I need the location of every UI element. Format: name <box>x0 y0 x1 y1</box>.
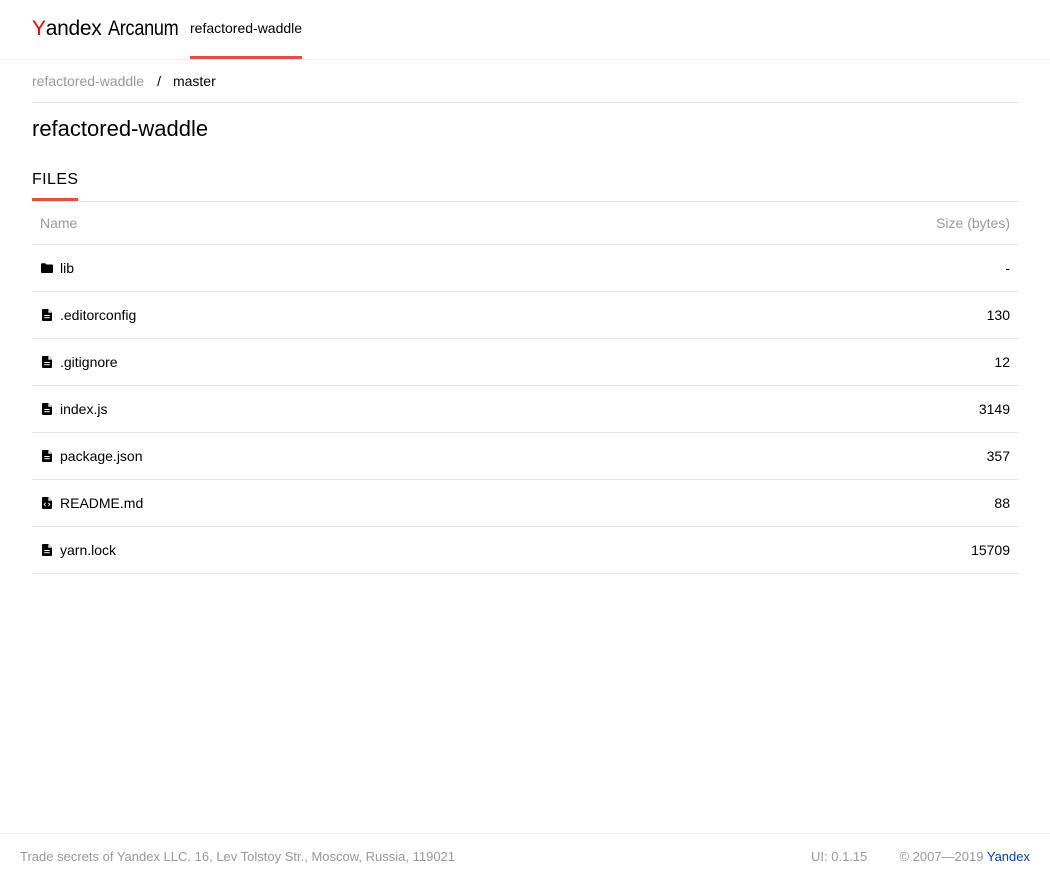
footer-copyright: © 2007—2019 Yandex <box>899 849 1030 864</box>
footer-ui-version: UI: 0.1.15 <box>811 849 868 864</box>
breadcrumb: refactored-waddle / master <box>32 60 1019 103</box>
column-header-name[interactable]: Name <box>40 215 77 231</box>
logo-product: Arcanum <box>108 17 179 40</box>
logo-y-letter: Y <box>32 17 46 40</box>
table-row[interactable]: .editorconfig 130 <box>32 292 1019 339</box>
breadcrumb-repo-link[interactable]: refactored-waddle <box>32 73 144 89</box>
file-name-link[interactable]: .editorconfig <box>60 307 136 323</box>
file-size: 88 <box>994 495 1010 511</box>
file-name-link[interactable]: index.js <box>60 401 107 417</box>
row-name-cell: lib <box>40 260 74 276</box>
page-footer: Trade secrets of Yandex LLC. 16, Lev Tol… <box>0 833 1050 884</box>
file-name-link[interactable]: package.json <box>60 448 143 464</box>
table-row[interactable]: index.js 3149 <box>32 386 1019 433</box>
logo-brand: andex <box>45 17 102 40</box>
breadcrumb-separator: / <box>157 73 161 89</box>
file-name-link[interactable]: yarn.lock <box>60 542 116 558</box>
file-icon <box>40 544 53 557</box>
file-icon <box>40 450 53 463</box>
tab-files[interactable]: FILES <box>32 164 79 201</box>
footer-yandex-link[interactable]: Yandex <box>987 849 1030 864</box>
file-size: 12 <box>994 354 1010 370</box>
file-table: Name Size (bytes) lib - .editorconfig 130 .g… <box>32 202 1019 574</box>
table-header: Name Size (bytes) <box>32 202 1019 245</box>
code-file-icon <box>40 497 53 510</box>
yandex-arcanum-logo[interactable]: Yandex Arcanum <box>32 16 190 42</box>
file-icon <box>40 403 53 416</box>
table-body: lib - .editorconfig 130 .gitignore 12 index.js… <box>32 245 1019 574</box>
table-row[interactable]: lib - <box>32 245 1019 292</box>
row-name-cell: README.md <box>40 495 143 511</box>
folder-icon <box>40 262 53 275</box>
file-icon <box>40 309 53 322</box>
table-row[interactable]: yarn.lock 15709 <box>32 527 1019 574</box>
table-row[interactable]: .gitignore 12 <box>32 339 1019 386</box>
row-name-cell: .gitignore <box>40 354 118 370</box>
file-size: 3149 <box>978 401 1010 417</box>
footer-legal-text: Trade secrets of Yandex LLC. 16, Lev Tol… <box>20 849 456 864</box>
footer-copyright-years: © 2007—2019 <box>899 849 984 864</box>
row-name-cell: .editorconfig <box>40 307 136 323</box>
file-name-link[interactable]: .gitignore <box>60 354 118 370</box>
column-header-size[interactable]: Size (bytes) <box>936 215 1010 231</box>
file-name-link[interactable]: README.md <box>60 495 143 511</box>
file-size: 357 <box>986 448 1010 464</box>
content-tabs: FILES <box>32 164 1019 202</box>
table-row[interactable]: package.json 357 <box>32 433 1019 480</box>
file-size: 15709 <box>971 542 1010 558</box>
file-icon <box>40 356 53 369</box>
row-name-cell: yarn.lock <box>40 542 116 558</box>
table-row[interactable]: README.md 88 <box>32 480 1019 527</box>
row-name-cell: index.js <box>40 401 107 417</box>
file-name-link[interactable]: lib <box>60 260 74 276</box>
breadcrumb-branch: master <box>172 73 216 89</box>
page-title: refactored-waddle <box>32 116 209 141</box>
row-name-cell: package.json <box>40 448 143 464</box>
app-header: Yandex Arcanum refactored-waddle <box>0 0 1050 60</box>
header-tab-repo[interactable]: refactored-waddle <box>190 0 303 59</box>
file-size: 130 <box>986 307 1010 323</box>
file-size: - <box>1005 260 1010 276</box>
